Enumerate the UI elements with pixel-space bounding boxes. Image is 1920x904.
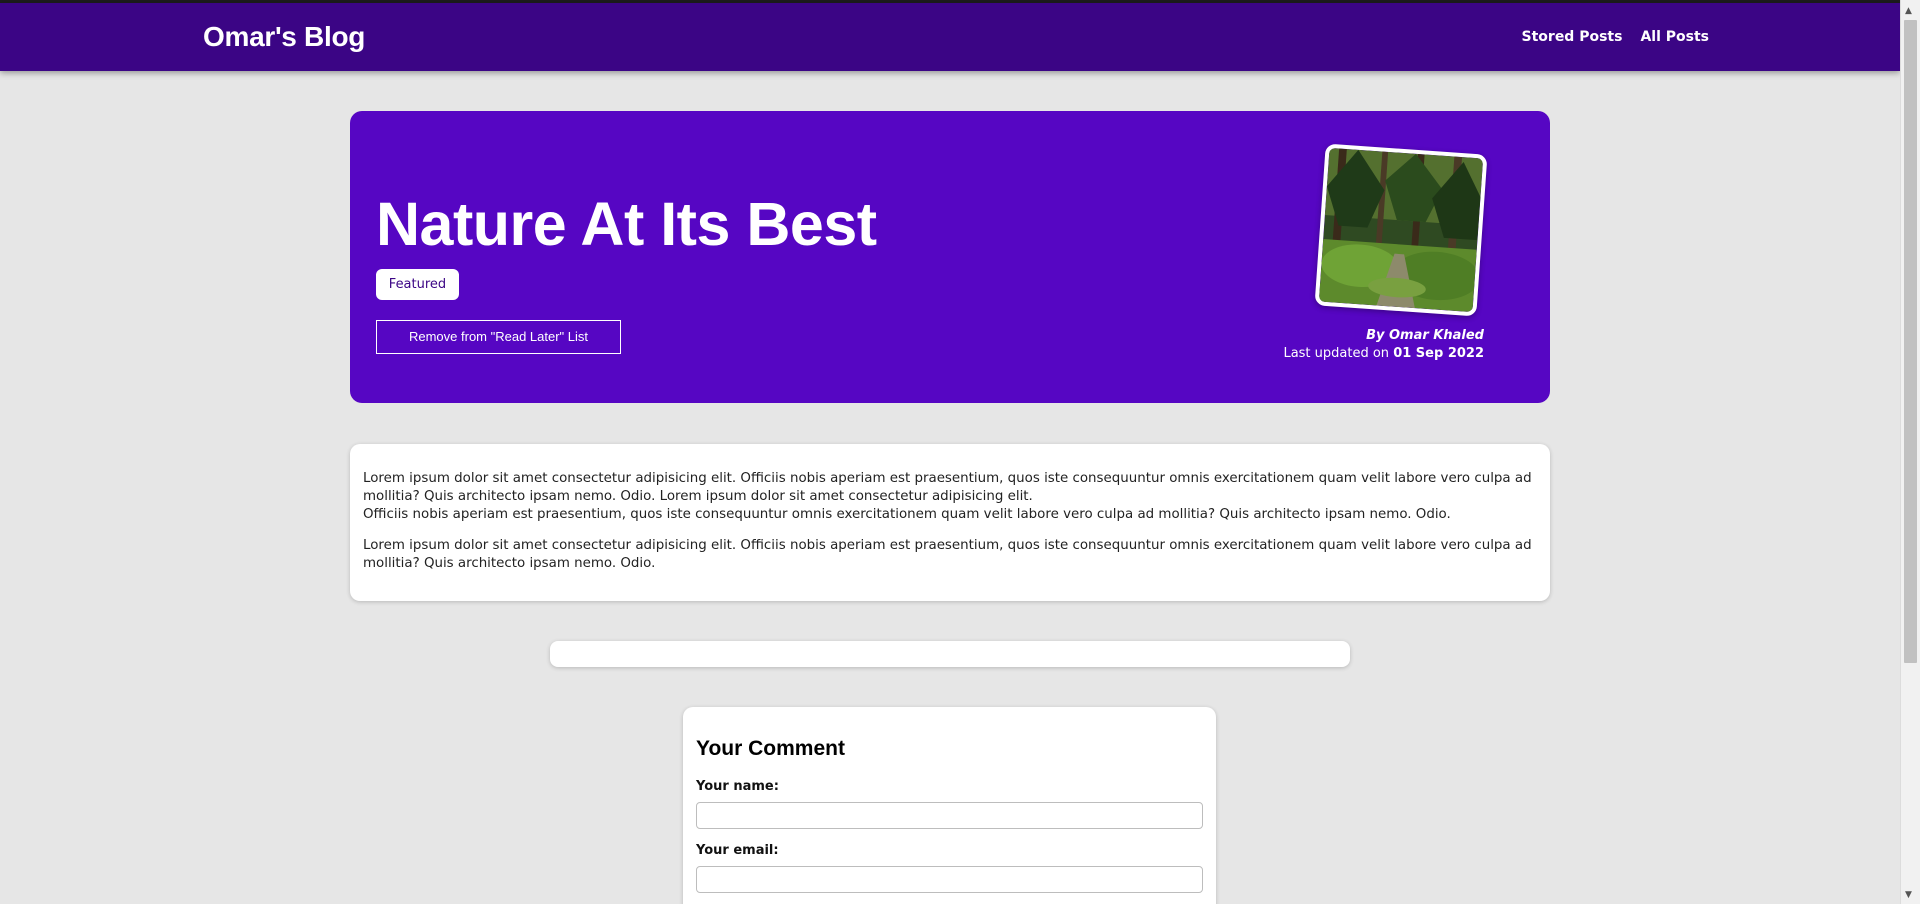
site-brand[interactable]: Omar's Blog [203,21,365,53]
scroll-down-icon[interactable]: ▼ [1905,890,1912,900]
post-title: Nature At Its Best [376,190,877,258]
email-label: Your email: [696,843,779,858]
post-paragraph-2: Lorem ipsum dolor sit amet consectetur a… [363,538,1532,571]
comment-form: Your Comment Your name: Your email: [683,707,1216,904]
nav-stored-posts[interactable]: Stored Posts [1522,29,1623,45]
scroll-up-icon[interactable]: ▲ [1905,6,1912,16]
main-nav: Stored Posts All Posts [1522,29,1709,45]
paragraph-1-line-2: Officiis nobis aperiam est praesentium, … [363,507,1451,522]
remove-read-later-button[interactable]: Remove from "Read Later" List [376,320,621,354]
site-header: Omar's Blog Stored Posts All Posts [0,3,1900,71]
post-updated: Last updated on 01 Sep 2022 [1283,346,1484,361]
post-content: Lorem ipsum dolor sit amet consectetur a… [350,444,1550,601]
post-hero: Nature At Its Best Featured Remove from … [350,111,1550,403]
comment-form-title: Your Comment [696,737,845,760]
updated-prefix: Last updated on [1283,346,1390,361]
featured-badge: Featured [376,269,459,300]
name-input[interactable] [696,802,1203,829]
scroll-thumb[interactable] [1904,20,1917,663]
post-author: By Omar Khaled [1366,328,1484,343]
updated-date: 01 Sep 2022 [1393,346,1484,361]
forest-photo-icon [1318,147,1484,313]
page-scrollbar[interactable]: ▲ ▼ [1900,0,1920,904]
post-image [1314,143,1488,317]
email-input[interactable] [696,866,1203,893]
paragraph-1-line-1: Lorem ipsum dolor sit amet consectetur a… [363,471,1532,504]
nav-all-posts[interactable]: All Posts [1640,29,1709,45]
empty-comments-card [550,641,1350,667]
name-label: Your name: [696,779,779,794]
post-paragraph-1: Lorem ipsum dolor sit amet consectetur a… [363,470,1536,524]
